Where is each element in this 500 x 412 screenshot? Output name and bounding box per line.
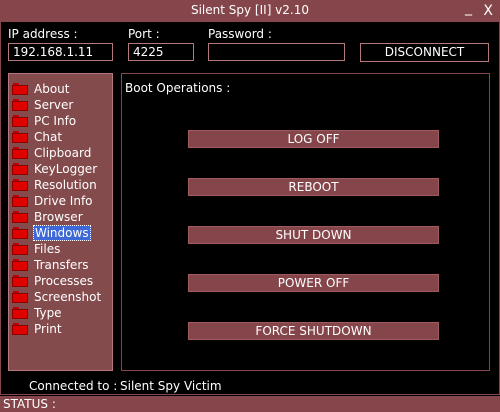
sidebar-item-label: Files <box>34 241 61 256</box>
folder-icon <box>12 82 28 95</box>
log-off-button[interactable]: LOG OFF <box>188 130 439 148</box>
section-title: Boot Operations : <box>125 81 231 95</box>
folder-icon <box>12 258 28 271</box>
sidebar-item-server[interactable]: Server <box>12 97 74 112</box>
sidebar-item-processes[interactable]: Processes <box>12 273 94 288</box>
sidebar-item-print[interactable]: Print <box>12 321 63 336</box>
folder-icon <box>12 210 28 223</box>
sidebar-item-label: Server <box>34 97 74 112</box>
folder-icon <box>12 274 28 287</box>
folder-icon <box>12 194 28 207</box>
password-label: Password : <box>208 27 272 41</box>
sidebar-item-label: KeyLogger <box>34 161 98 176</box>
sidebar-item-pc-info[interactable]: PC Info <box>12 113 77 128</box>
sidebar-item-label: Resolution <box>34 177 97 192</box>
sidebar-item-type[interactable]: Type <box>12 305 63 320</box>
folder-icon <box>12 322 28 335</box>
sidebar-item-label: Transfers <box>34 257 89 272</box>
shut-down-button[interactable]: SHUT DOWN <box>188 226 439 244</box>
sidebar-item-drive-info[interactable]: Drive Info <box>12 193 94 208</box>
port-input[interactable] <box>128 43 194 61</box>
sidebar-item-label: PC Info <box>34 113 77 128</box>
ip-address-input[interactable] <box>8 43 113 61</box>
connected-label: Connected to : <box>29 379 118 393</box>
folder-icon <box>12 146 28 159</box>
folder-icon <box>12 242 28 255</box>
password-input[interactable] <box>208 43 345 61</box>
sidebar-item-label: Clipboard <box>34 145 92 160</box>
folder-icon <box>12 178 28 191</box>
folder-icon <box>12 226 28 239</box>
status-label: STATUS : <box>3 397 56 411</box>
sidebar-item-keylogger[interactable]: KeyLogger <box>12 161 98 176</box>
folder-icon <box>12 130 28 143</box>
sidebar-item-about[interactable]: About <box>12 81 70 96</box>
sidebar-item-label: Drive Info <box>34 193 93 208</box>
minimize-button[interactable]: _ <box>465 0 472 16</box>
window-title: Silent Spy [II] v2.10 <box>190 3 310 17</box>
folder-icon <box>12 114 28 127</box>
folder-icon <box>12 290 28 303</box>
force-shutdown-button[interactable]: FORCE SHUTDOWN <box>188 322 439 340</box>
ip-address-label: IP address : <box>8 27 78 41</box>
sidebar-item-label: Chat <box>34 129 63 144</box>
sidebar-item-screenshot[interactable]: Screenshot <box>12 289 102 304</box>
title-bar: Silent Spy [II] v2.10 _ X <box>0 0 500 23</box>
reboot-button[interactable]: REBOOT <box>188 178 439 196</box>
sidebar-item-label: Print <box>34 321 62 336</box>
port-label: Port : <box>128 27 160 41</box>
sidebar-item-label: Screenshot <box>34 289 102 304</box>
sidebar-item-transfers[interactable]: Transfers <box>12 257 90 272</box>
sidebar-item-browser[interactable]: Browser <box>12 209 84 224</box>
folder-icon <box>12 162 28 175</box>
sidebar-item-clipboard[interactable]: Clipboard <box>12 145 92 160</box>
sidebar-item-label: Processes <box>34 273 94 288</box>
sidebar-item-label: Type <box>34 305 62 320</box>
sidebar-item-resolution[interactable]: Resolution <box>12 177 98 192</box>
boot-operations-panel: Boot Operations : LOG OFF REBOOT SHUT DO… <box>121 73 490 371</box>
sidebar-item-chat[interactable]: Chat <box>12 129 63 144</box>
sidebar-item-files[interactable]: Files <box>12 241 61 256</box>
sidebar-item-label: Browser <box>34 209 83 224</box>
connected-value: Silent Spy Victim <box>120 379 222 393</box>
folder-icon <box>12 306 28 319</box>
sidebar-item-label: About <box>34 81 70 96</box>
power-off-button[interactable]: POWER OFF <box>188 274 439 292</box>
close-button[interactable]: X <box>483 3 493 19</box>
sidebar-item-windows[interactable]: Windows <box>12 224 91 241</box>
sidebar-item-label: Windows <box>33 224 91 241</box>
sidebar: About Server PC Info Chat Clipboard KeyLogger… <box>8 73 113 371</box>
disconnect-button[interactable]: DISCONNECT <box>360 43 489 62</box>
folder-icon <box>12 98 28 111</box>
status-bar: STATUS : <box>0 396 500 412</box>
